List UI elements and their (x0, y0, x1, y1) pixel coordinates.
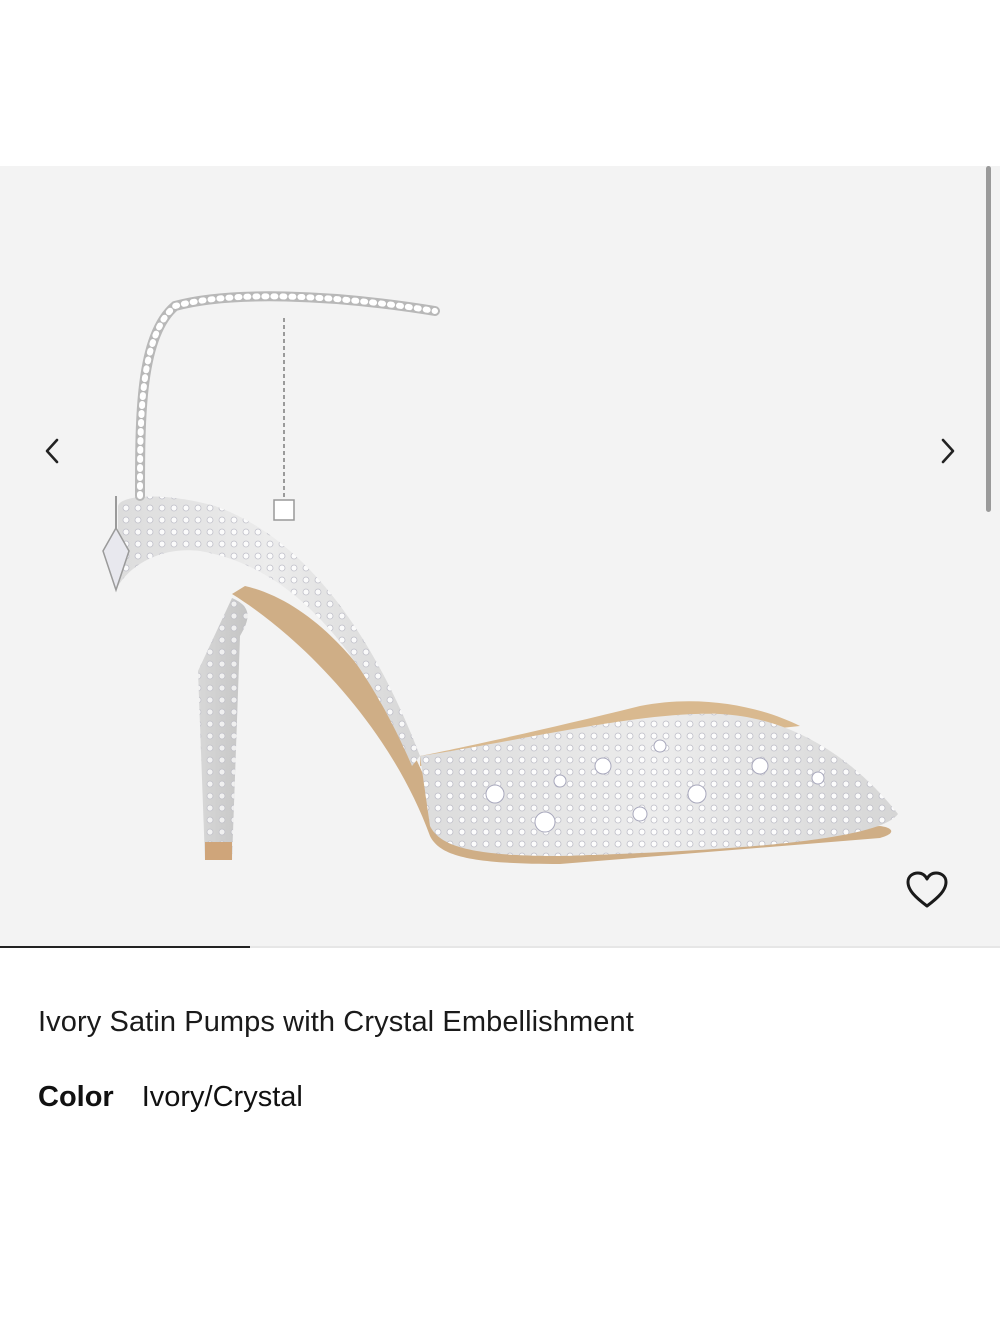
product-title: Ivory Satin Pumps with Crystal Embellish… (38, 1006, 634, 1038)
heart-outline-icon (906, 871, 948, 908)
product-gallery[interactable] (0, 166, 1000, 948)
gallery-progress-indicator (0, 946, 1000, 948)
next-image-button[interactable] (927, 431, 967, 471)
chevron-right-icon (941, 438, 955, 464)
gallery-progress-fill (0, 946, 250, 948)
chevron-left-icon (45, 438, 59, 464)
color-label: Color (38, 1081, 114, 1113)
scrollbar[interactable] (986, 166, 991, 512)
color-row: Color Ivory/Crystal (38, 1081, 303, 1114)
wishlist-button[interactable] (903, 867, 951, 913)
previous-image-button[interactable] (33, 431, 73, 471)
product-image (102, 291, 898, 864)
color-value: Ivory/Crystal (141, 1081, 303, 1113)
